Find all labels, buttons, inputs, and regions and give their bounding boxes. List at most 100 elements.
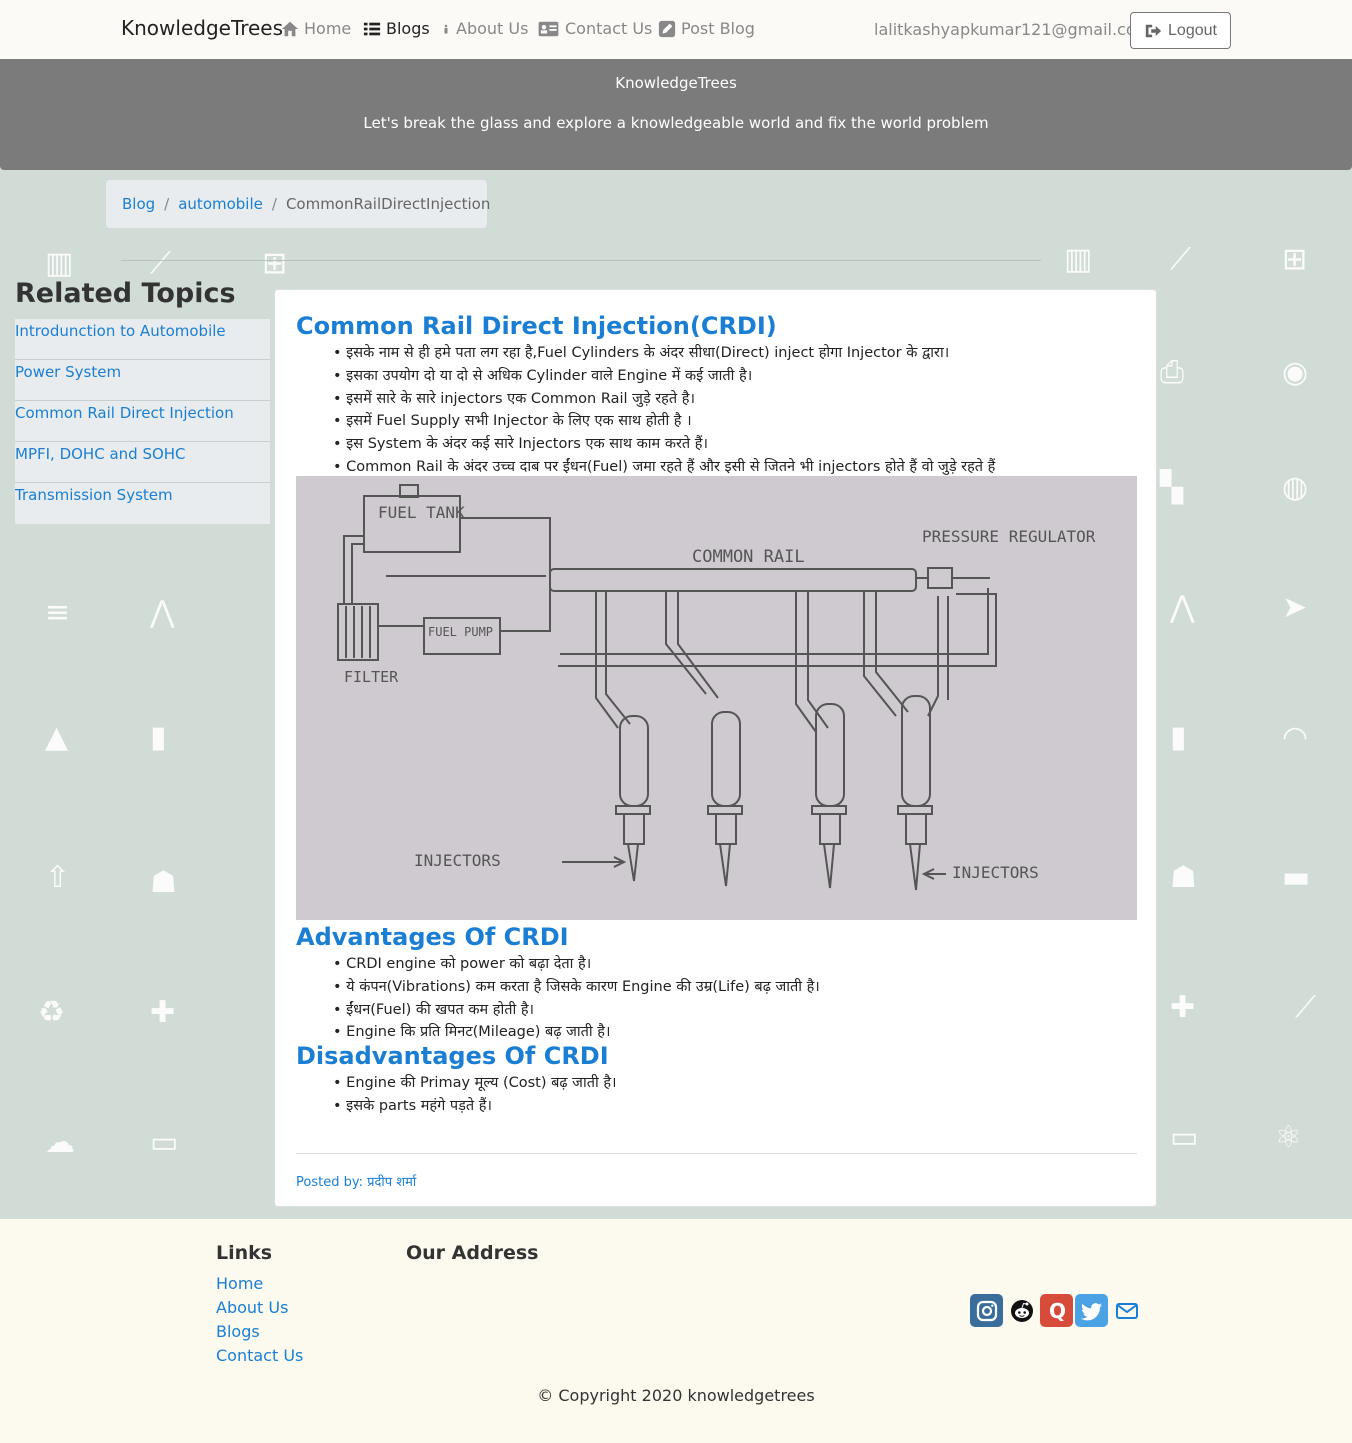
- flask-icon: ▲: [45, 720, 69, 755]
- breadcrumb-separator: /: [164, 195, 170, 213]
- related-topic-link[interactable]: Common Rail Direct Injection: [15, 401, 270, 442]
- nav-home-label: Home: [304, 19, 352, 38]
- reddit-button[interactable]: [1005, 1294, 1038, 1327]
- instagram-icon: [976, 1300, 997, 1321]
- robot-icon: ☗: [150, 865, 177, 900]
- sitemap-icon: ⊞: [1282, 242, 1308, 277]
- breadcrumb-automobile[interactable]: automobile: [178, 195, 263, 213]
- monitor-icon: ▭: [1170, 1120, 1199, 1155]
- list-item: इसके parts महंगे पड़ते हैं।: [333, 1095, 617, 1118]
- compass-icon: ◉: [1282, 355, 1309, 390]
- diagram-label-fuel-pump: FUEL PUMP: [428, 625, 493, 639]
- user-email[interactable]: lalitkashyapkumar121@gmail.com: [874, 20, 1151, 39]
- crdi-diagram-image: FUEL TANK FILTER FUEL PUMP COMMON RAIL P…: [296, 476, 1137, 920]
- list-item: Engine कि प्रति मिनट(Mileage) बढ़ जाती ह…: [333, 1021, 820, 1044]
- recycle-icon: ♻: [38, 995, 65, 1030]
- instagram-button[interactable]: [970, 1294, 1003, 1327]
- info-icon: [444, 24, 448, 33]
- advantages-title: Advantages Of CRDI: [296, 923, 569, 951]
- diagram-label-common-rail: COMMON RAIL: [692, 547, 805, 567]
- sitemap-icon: ⊞: [262, 246, 288, 281]
- footer-link-about-us[interactable]: About Us: [216, 1298, 303, 1322]
- diagram-label-fuel-tank: FUEL TANK: [378, 503, 465, 522]
- paper-plane-icon: ➤: [1282, 590, 1308, 625]
- related-topic-link[interactable]: Power System: [15, 360, 270, 401]
- nav-contact-label: Contact Us: [565, 19, 653, 38]
- injector: [665, 591, 743, 887]
- related-topic-link[interactable]: Introdunction to Automobile: [15, 319, 270, 360]
- hero-banner: KnowledgeTrees Let's break the glass and…: [0, 59, 1352, 170]
- book-icon: ▥: [1064, 242, 1093, 277]
- posted-by[interactable]: Posted by: प्रदीप शर्मा: [296, 1172, 416, 1190]
- logout-label: Logout: [1168, 21, 1217, 39]
- globe-icon: ◍: [1282, 470, 1309, 505]
- diagram-label-injectors-right: INJECTORS: [952, 863, 1039, 882]
- nav-about-label: About Us: [456, 19, 529, 38]
- printer-icon: ⎙: [1160, 355, 1184, 390]
- atom-icon: ⚛: [1275, 1120, 1302, 1155]
- twitter-icon: [1080, 1302, 1102, 1320]
- reddit-icon: [1010, 1299, 1033, 1322]
- divider: [121, 260, 1041, 261]
- medkit-icon: ✚: [1170, 990, 1196, 1025]
- list-item: इसमें Fuel Supply सभी Injector के लिए एक…: [333, 410, 995, 433]
- nav-about-us[interactable]: About Us: [441, 19, 528, 38]
- diagram-label-filter: FILTER: [344, 668, 399, 686]
- list-item: Engine की Primay मूल्य (Cost) बढ़ जाती ह…: [333, 1072, 616, 1095]
- nav-contact-us[interactable]: Contact Us: [537, 19, 652, 38]
- hero-tagline: Let's break the glass and explore a know…: [363, 114, 989, 132]
- footer-link-contact-us[interactable]: Contact Us: [216, 1346, 303, 1370]
- medkit-icon: ✚: [150, 995, 176, 1030]
- injector: [795, 591, 847, 889]
- chart-icon: ⟋: [150, 246, 171, 281]
- injector: [863, 591, 949, 891]
- quora-button[interactable]: Q: [1040, 1294, 1073, 1327]
- books-icon: ≡: [45, 595, 71, 630]
- footer: Links Home About Us Blogs Contact Us Our…: [0, 1219, 1352, 1443]
- related-topic-link[interactable]: MPFI, DOHC and SOHC: [15, 442, 270, 483]
- breadcrumb: Blog / automobile / CommonRailDirectInje…: [106, 180, 491, 228]
- intro-list: इसके नाम से ही हमे पता लग रहा है,Fuel Cy…: [333, 342, 995, 479]
- address-card-icon: [538, 21, 559, 36]
- disadvantages-title: Disadvantages Of CRDI: [296, 1042, 609, 1070]
- footer-links: Home About Us Blogs Contact Us: [216, 1274, 303, 1370]
- disadvantages-list: Engine की Primay मूल्य (Cost) बढ़ जाती ह…: [333, 1072, 617, 1118]
- drafting-compass-icon: ⋀: [150, 595, 175, 630]
- article-title: Common Rail Direct Injection(CRDI): [296, 312, 777, 340]
- bar-chart-icon: ▮: [150, 720, 167, 755]
- injector: [595, 591, 651, 882]
- email-button[interactable]: [1110, 1294, 1143, 1327]
- rocket-icon: ⇧: [45, 860, 71, 895]
- telescope-icon: ⟋: [1295, 990, 1316, 1025]
- monitor-icon: ▭: [150, 1125, 179, 1160]
- footer-link-home[interactable]: Home: [216, 1274, 303, 1298]
- breadcrumb-blog[interactable]: Blog: [122, 195, 155, 213]
- navbar: KnowledgeTrees Home Blogs About Us Conta…: [0, 0, 1352, 59]
- related-topic-link[interactable]: Transmission System: [15, 483, 270, 524]
- diagram-label-injectors-left: INJECTORS: [414, 851, 501, 870]
- book-icon: ▥: [45, 246, 74, 281]
- footer-link-blogs[interactable]: Blogs: [216, 1322, 303, 1346]
- twitter-button[interactable]: [1075, 1294, 1108, 1327]
- nav-blogs-label: Blogs: [386, 19, 430, 38]
- map-icon: ▚: [1160, 470, 1184, 505]
- brain-icon: ☁: [45, 1125, 75, 1160]
- quora-icon: Q: [1049, 1299, 1066, 1323]
- brand-logo[interactable]: KnowledgeTrees: [121, 16, 283, 40]
- breadcrumb-current: CommonRailDirectInjection: [285, 195, 491, 213]
- list-item: ईंधन(Fuel) की खपत कम होती है।: [333, 999, 820, 1022]
- list-item: इसका उपयोग दो या दो से अधिक Cylinder वाल…: [333, 365, 995, 388]
- social-links: Q: [970, 1294, 1143, 1327]
- nav-blogs[interactable]: Blogs: [363, 19, 430, 38]
- related-topics-title: Related Topics: [15, 278, 236, 309]
- nav-post-blog[interactable]: Post Blog: [658, 19, 755, 38]
- advantages-list: CRDI engine को power को बढ़ा देता है। ये…: [333, 953, 820, 1044]
- drafting-compass-icon: ⋀: [1170, 590, 1195, 625]
- nav-home[interactable]: Home: [281, 19, 351, 38]
- logout-button[interactable]: Logout: [1130, 12, 1231, 49]
- hero-title: KnowledgeTrees: [615, 74, 737, 92]
- chart-icon: ⟋: [1170, 242, 1191, 277]
- home-icon: [281, 21, 299, 36]
- breadcrumb-separator: /: [271, 195, 277, 213]
- list-item: इसके नाम से ही हमे पता लग रहा है,Fuel Cy…: [333, 342, 995, 365]
